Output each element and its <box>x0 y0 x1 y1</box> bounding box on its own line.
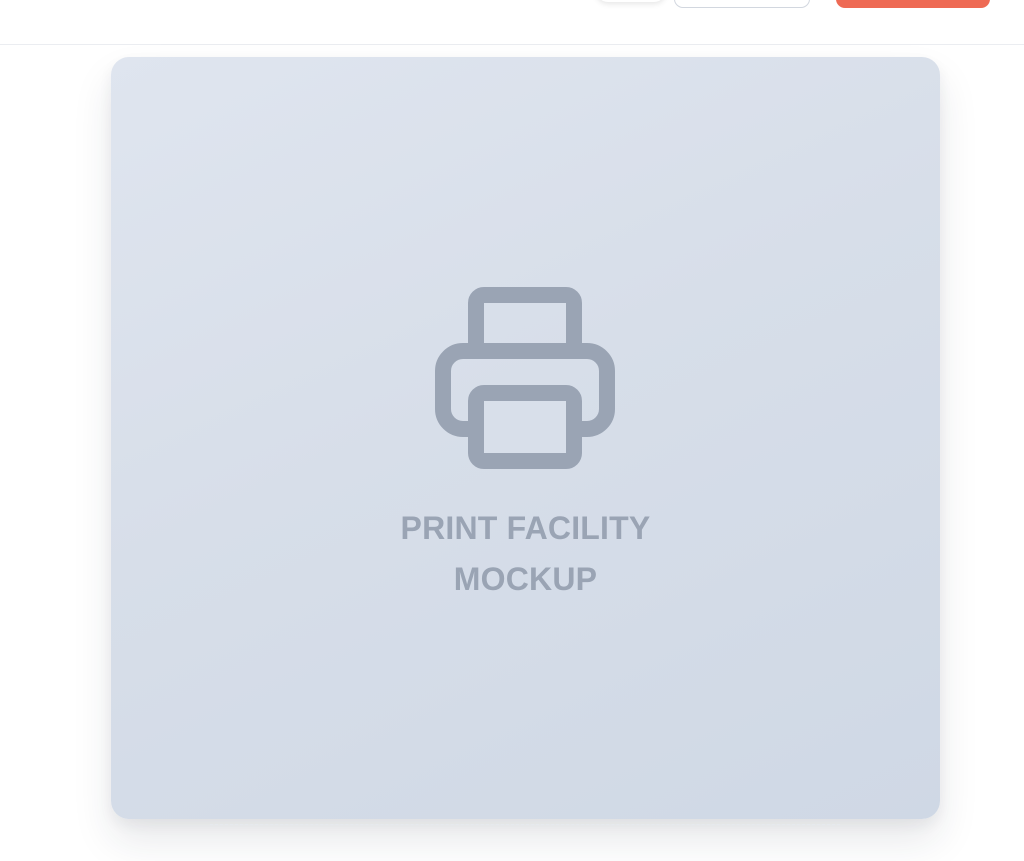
printer-icon <box>435 287 615 469</box>
caption-line-2: MOCKUP <box>453 561 598 597</box>
mockup-image-card: PRINT FACILITY MOCKUP <box>111 57 940 819</box>
primary-button[interactable] <box>836 0 990 8</box>
card-base-divider <box>210 824 840 827</box>
header-popover-edge <box>596 0 666 2</box>
mockup-caption: PRINT FACILITY MOCKUP <box>111 503 940 605</box>
top-header-bar <box>0 0 1024 45</box>
caption-line-1: PRINT FACILITY <box>400 510 651 546</box>
secondary-button[interactable] <box>674 0 810 8</box>
